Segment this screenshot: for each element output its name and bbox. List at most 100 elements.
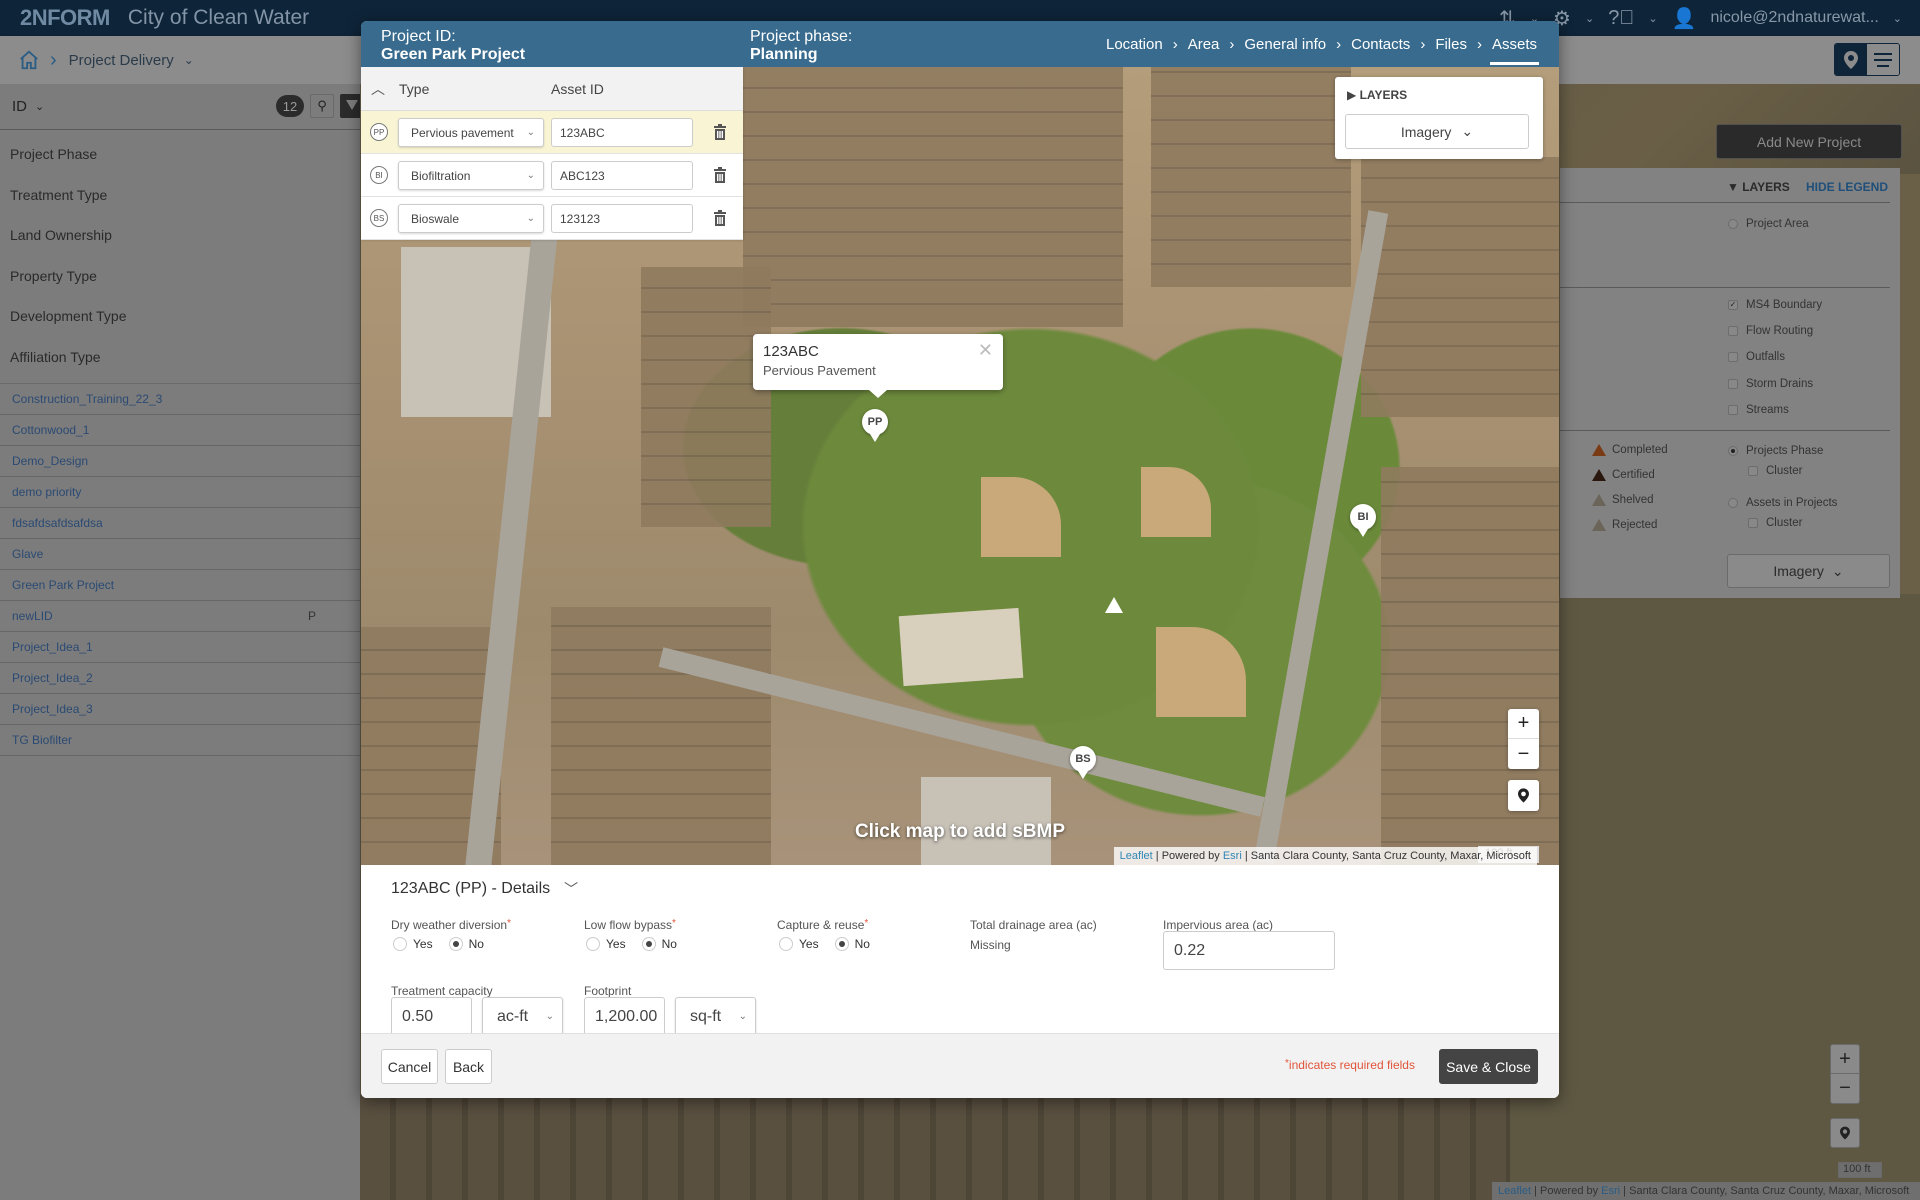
- project-name[interactable]: newLID: [12, 609, 53, 623]
- basemap-select[interactable]: Imagery ⌄: [1727, 554, 1890, 588]
- chevron-down-icon[interactable]: ﹀: [564, 879, 578, 899]
- chevron-down-icon[interactable]: ⌄: [184, 53, 194, 67]
- map-marker-bi[interactable]: BI: [1350, 504, 1376, 537]
- esri-link[interactable]: Esri: [1601, 1185, 1620, 1197]
- layers-toggle[interactable]: ▶ LAYERS: [1347, 88, 1407, 102]
- trash-icon[interactable]: [713, 209, 727, 227]
- project-triangle-marker[interactable]: [1105, 597, 1123, 613]
- user-email[interactable]: nicole@2ndnaturewat...: [1710, 9, 1878, 27]
- filter-project-phase[interactable]: Project Phase: [0, 134, 360, 175]
- asset-type-select[interactable]: Biofiltration ⌄: [398, 161, 544, 190]
- basemap-select[interactable]: Imagery ⌄: [1345, 114, 1529, 149]
- filter-property-type[interactable]: Property Type: [0, 256, 360, 297]
- project-name[interactable]: Construction_Training_22_3: [12, 392, 162, 406]
- chevron-down-icon[interactable]: ⌄: [1648, 12, 1657, 25]
- impervious-area-input[interactable]: [1163, 931, 1335, 970]
- chevron-down-icon[interactable]: ⌄: [35, 100, 44, 113]
- table-row[interactable]: BI Biofiltration ⌄: [361, 154, 743, 197]
- table-row[interactable]: BS Bioswale ⌄: [361, 197, 743, 240]
- radio[interactable]: [1728, 498, 1738, 508]
- add-new-project-button[interactable]: Add New Project: [1716, 124, 1902, 159]
- radio-no-selected[interactable]: [641, 937, 656, 951]
- list-item[interactable]: TG Biofilter: [0, 725, 360, 756]
- list-item[interactable]: Glave: [0, 539, 360, 570]
- bg-locate-button[interactable]: [1830, 1118, 1860, 1148]
- search-button[interactable]: ⚲: [310, 94, 334, 118]
- radio-no-selected[interactable]: [448, 937, 463, 951]
- asset-type-select[interactable]: Pervious pavement ⌄: [398, 118, 544, 147]
- layer-streams[interactable]: Streams: [1728, 404, 1789, 416]
- list-item[interactable]: demo priority: [0, 477, 360, 508]
- project-name[interactable]: Project_Idea_1: [12, 640, 93, 654]
- layer-ms4-boundary[interactable]: ✓ MS4 Boundary: [1728, 299, 1822, 311]
- step-area[interactable]: Area: [1188, 36, 1220, 53]
- project-name[interactable]: Project_Idea_2: [12, 671, 93, 685]
- sort-label[interactable]: ID: [12, 98, 27, 115]
- assets-map[interactable]: ︿ Type Asset ID PP Pervious pavement ⌄ BI…: [361, 67, 1559, 865]
- zoom-in-button[interactable]: +: [1831, 1045, 1859, 1074]
- hide-legend-link[interactable]: HIDE LEGEND: [1806, 180, 1888, 194]
- footprint-unit-select[interactable]: sq-ft ⌄: [675, 997, 756, 1036]
- esri-link[interactable]: Esri: [1223, 850, 1242, 862]
- asset-id-input[interactable]: [551, 204, 693, 233]
- step-location[interactable]: Location: [1106, 36, 1163, 53]
- zoom-out-button[interactable]: −: [1831, 1074, 1859, 1103]
- map-marker-pp[interactable]: PP: [862, 409, 888, 442]
- filter-development-type[interactable]: Development Type: [0, 296, 360, 337]
- layer-flow-routing[interactable]: Flow Routing: [1728, 325, 1813, 337]
- layers-toggle[interactable]: ▼ LAYERS: [1727, 180, 1790, 194]
- chevron-down-icon[interactable]: ⌄: [1893, 12, 1902, 25]
- checkbox[interactable]: [1728, 326, 1738, 336]
- map-view-button[interactable]: [1835, 44, 1867, 75]
- chevron-down-icon[interactable]: ⌄: [1585, 12, 1594, 25]
- chevron-up-icon[interactable]: ︿: [371, 79, 385, 99]
- user-icon[interactable]: 👤: [1672, 6, 1697, 31]
- project-name[interactable]: Demo_Design: [12, 454, 88, 468]
- step-general-info[interactable]: General info: [1244, 36, 1326, 53]
- filter-land-ownership[interactable]: Land Ownership: [0, 215, 360, 256]
- project-name[interactable]: Project_Idea_3: [12, 702, 93, 716]
- filter-treatment-type[interactable]: Treatment Type: [0, 175, 360, 216]
- checkbox[interactable]: [1728, 405, 1738, 415]
- close-icon[interactable]: ✕: [978, 340, 993, 361]
- zoom-in-button[interactable]: +: [1508, 709, 1539, 739]
- app-logo[interactable]: 2NFORM: [20, 5, 110, 31]
- project-name[interactable]: Cottonwood_1: [12, 423, 89, 437]
- mode-projects-phase[interactable]: Projects Phase: [1728, 445, 1823, 457]
- cluster-option[interactable]: Cluster: [1748, 465, 1802, 477]
- project-name[interactable]: TG Biofilter: [12, 733, 72, 747]
- map-marker-bs[interactable]: BS: [1070, 746, 1096, 779]
- project-name[interactable]: fdsafdsafdsafdsa: [12, 516, 103, 530]
- zoom-out-button[interactable]: −: [1508, 739, 1539, 769]
- list-item[interactable]: Demo_Design: [0, 446, 360, 477]
- cluster-option[interactable]: Cluster: [1748, 517, 1802, 529]
- footprint-input[interactable]: [584, 997, 665, 1036]
- project-name[interactable]: demo priority: [12, 485, 81, 499]
- layer-storm-drains[interactable]: Storm Drains: [1728, 378, 1813, 390]
- project-name[interactable]: Green Park Project: [12, 578, 114, 592]
- table-row[interactable]: PP Pervious pavement ⌄: [361, 111, 743, 154]
- back-button[interactable]: Back: [445, 1049, 492, 1084]
- checkbox[interactable]: [1748, 518, 1758, 528]
- list-item[interactable]: newLID P: [0, 601, 360, 632]
- radio-yes[interactable]: [586, 937, 600, 951]
- breadcrumb-current[interactable]: Project Delivery: [69, 52, 174, 69]
- asset-type-select[interactable]: Bioswale ⌄: [398, 204, 544, 233]
- list-item[interactable]: Green Park Project: [0, 570, 360, 601]
- checkbox[interactable]: [1728, 352, 1738, 362]
- checkbox-checked[interactable]: ✓: [1728, 300, 1738, 310]
- step-files[interactable]: Files: [1435, 36, 1467, 53]
- checkbox[interactable]: [1728, 379, 1738, 389]
- asset-id-input[interactable]: [551, 161, 693, 190]
- trash-icon[interactable]: [713, 123, 727, 141]
- radio-no-selected[interactable]: [834, 937, 849, 951]
- list-item[interactable]: Cottonwood_1: [0, 415, 360, 446]
- treatment-capacity-unit-select[interactable]: ac-ft ⌄: [482, 997, 563, 1036]
- step-assets[interactable]: Assets: [1489, 36, 1540, 65]
- help-icon[interactable]: ?⃝: [1608, 7, 1634, 30]
- list-view-button[interactable]: [1867, 44, 1899, 75]
- list-item[interactable]: fdsafdsafdsafdsa: [0, 508, 360, 539]
- layer-outfalls[interactable]: Outfalls: [1728, 351, 1785, 363]
- list-item[interactable]: Project_Idea_1: [0, 632, 360, 663]
- trash-icon[interactable]: [713, 166, 727, 184]
